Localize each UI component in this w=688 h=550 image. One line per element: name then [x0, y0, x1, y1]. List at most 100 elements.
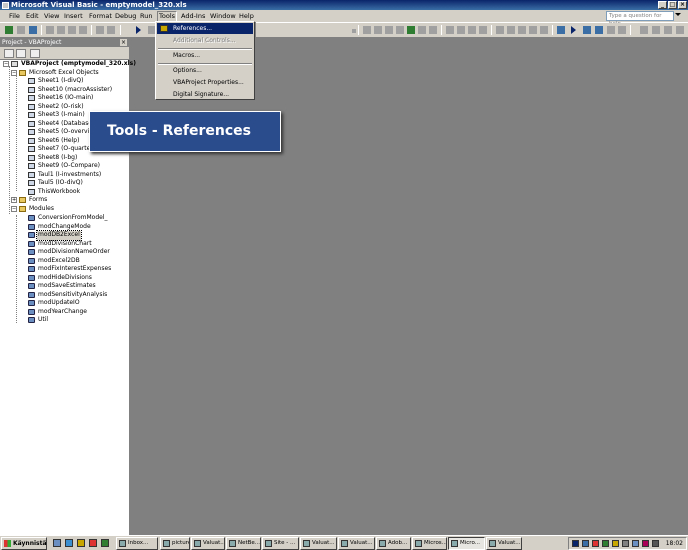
menu-item-vbaproject-properties[interactable]: VBAProject Properties... [157, 77, 253, 88]
taskbar-task-button[interactable]: Inbox... [116, 537, 158, 550]
redo-icon[interactable] [107, 26, 115, 34]
expand-icon[interactable]: + [11, 197, 17, 204]
tray-security-icon[interactable] [592, 540, 599, 547]
quicklaunch-desktop-icon[interactable] [53, 539, 61, 547]
list-constants-icon[interactable] [396, 26, 404, 34]
menu-file[interactable]: File [8, 12, 21, 21]
menu-help[interactable]: Help [238, 12, 255, 21]
paste-icon[interactable] [68, 26, 76, 34]
taskbar-task-button[interactable]: Adob... [376, 537, 411, 550]
tree-sheet-item[interactable]: Sheet2 (O-risk) [28, 103, 85, 112]
menu-item-references[interactable]: References... [157, 23, 253, 34]
menu-item-options[interactable]: Options... [157, 65, 253, 76]
taskbar-task-button[interactable]: Micro... [448, 537, 485, 550]
taskbar-task-button[interactable]: NetBe... [226, 537, 261, 550]
view-excel-icon[interactable] [5, 26, 13, 34]
tree-module-item[interactable]: modSaveEstimates [28, 282, 97, 291]
close-panel-icon[interactable]: × [120, 39, 127, 46]
tree-sheet-item[interactable]: Sheet1 (I-divQ) [28, 77, 84, 86]
save-icon[interactable] [29, 26, 37, 34]
tree-sheet-item[interactable]: Sheet4 (Database) [28, 120, 95, 129]
tree-module-item[interactable]: modYearChange [28, 308, 88, 317]
tray-sync-icon[interactable] [632, 540, 639, 547]
quicklaunch-browser-icon[interactable] [65, 539, 73, 547]
taskbar-clock[interactable]: 18:02 [666, 538, 683, 549]
tree-module-item[interactable]: modFixInterestExpenses [28, 265, 112, 274]
tree-module-item[interactable]: ConversionFromModel_ [28, 214, 109, 223]
outdent-icon[interactable] [374, 26, 382, 34]
quicklaunch-mail-icon[interactable] [77, 539, 85, 547]
collapse-icon[interactable]: − [3, 61, 9, 68]
tree-sheet-item[interactable]: Taul5 (IO-divQ) [28, 179, 84, 188]
tray-power-icon[interactable] [652, 540, 659, 547]
tray-messenger-icon[interactable] [612, 540, 619, 547]
tray-update-icon[interactable] [602, 540, 609, 547]
properties-window-icon[interactable] [640, 26, 648, 34]
tree-module-item[interactable]: Util [28, 316, 49, 325]
menu-debug[interactable]: Debug [114, 12, 137, 21]
tray-antivirus-icon[interactable] [642, 540, 649, 547]
tree-module-item[interactable]: modSensitivityAnalysis [28, 291, 108, 300]
help-icon[interactable] [676, 26, 684, 34]
previous-bookmark-icon[interactable] [507, 26, 515, 34]
run-icon[interactable] [136, 26, 141, 34]
complete-word-icon[interactable] [429, 26, 437, 34]
menu-run[interactable]: Run [139, 12, 153, 21]
design-icon[interactable] [607, 26, 615, 34]
tree-folder-modules[interactable]: − Modules [11, 205, 55, 214]
find-icon[interactable] [79, 26, 87, 34]
tree-folder-forms[interactable]: + Forms [11, 196, 48, 205]
collapse-icon[interactable]: − [11, 206, 17, 213]
copy-icon[interactable] [57, 26, 65, 34]
clear-bookmarks-icon[interactable] [518, 26, 526, 34]
taskbar-task-button[interactable]: Valuat... [191, 537, 225, 550]
start-button[interactable]: Käynnistä [1, 537, 47, 550]
comment-block-icon[interactable] [457, 26, 465, 34]
quicklaunch-excel-icon[interactable] [101, 539, 109, 547]
reset-icon[interactable] [595, 26, 603, 34]
tree-sheet-item[interactable]: ThisWorkbook [28, 188, 81, 197]
cut-icon[interactable] [46, 26, 54, 34]
view-code-icon[interactable] [4, 49, 14, 58]
parameter-info-icon[interactable] [418, 26, 426, 34]
close-icon[interactable]: × [678, 1, 687, 9]
menu-view[interactable]: View [43, 12, 60, 21]
toolbar-dropdown-icon[interactable] [352, 29, 356, 33]
step-into-icon[interactable] [529, 26, 537, 34]
collapse-icon[interactable]: − [11, 69, 17, 76]
taskbar-task-button[interactable]: Site - ... [262, 537, 299, 550]
tree-folder-excel-objects[interactable]: − Microsoft Excel Objects [11, 69, 100, 78]
tree-module-item[interactable]: modDivisionChart [28, 240, 93, 249]
tree-module-item[interactable]: modChangeMode [28, 223, 92, 232]
tray-network-icon[interactable] [572, 540, 579, 547]
object-browser-icon[interactable] [652, 26, 660, 34]
insert-icon[interactable] [17, 26, 25, 34]
maximize-icon[interactable]: □ [668, 1, 677, 9]
toolbox-icon[interactable] [664, 26, 672, 34]
taskbar-task-button[interactable]: pictures [160, 537, 190, 550]
toggle-folders-icon[interactable] [30, 49, 40, 58]
quicklaunch-app-icon[interactable] [89, 539, 97, 547]
taskbar-task-button[interactable]: Micros... [412, 537, 447, 550]
next-bookmark-icon[interactable] [496, 26, 504, 34]
menu-item-digital-signature[interactable]: Digital Signature... [157, 89, 253, 100]
tree-sheet-item[interactable]: Sheet10 (macroAssister) [28, 86, 113, 95]
tray-printer-icon[interactable] [622, 540, 629, 547]
menu-addins[interactable]: Add-Ins [180, 12, 206, 21]
tree-sheet-item[interactable]: Taul1 (I-investments) [28, 171, 102, 180]
step-over-icon[interactable] [540, 26, 548, 34]
design-mode-icon[interactable] [557, 26, 565, 34]
tree-sheet-item[interactable]: Sheet3 (I-main) [28, 111, 86, 120]
tree-sheet-item[interactable]: Sheet6 (Help) [28, 137, 80, 146]
tree-sheet-item[interactable]: Sheet8 (I-bg) [28, 154, 78, 163]
pause-icon[interactable] [583, 26, 591, 34]
taskbar-task-button[interactable]: Valuat... [300, 537, 337, 550]
tree-module-item[interactable]: modDB2Excel [28, 230, 82, 241]
indent-icon[interactable] [363, 26, 371, 34]
uncomment-block-icon[interactable] [468, 26, 476, 34]
undo-icon[interactable] [96, 26, 104, 34]
menu-item-macros[interactable]: Macros... [157, 50, 253, 61]
list-properties-icon[interactable] [385, 26, 393, 34]
minimize-icon[interactable]: _ [658, 1, 667, 9]
tree-module-item[interactable]: modDivisionNameOrder [28, 248, 111, 257]
